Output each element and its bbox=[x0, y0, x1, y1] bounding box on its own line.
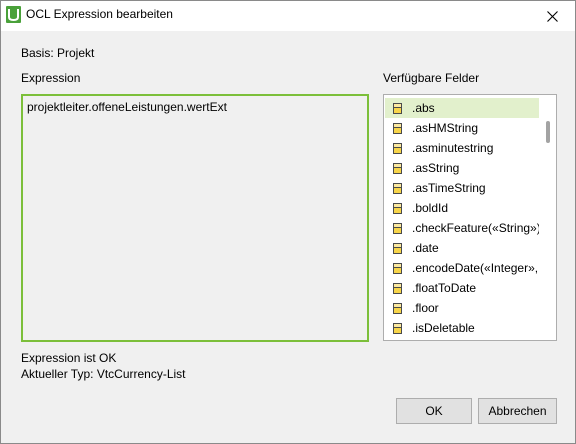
field-icon bbox=[393, 102, 402, 114]
field-item[interactable]: .boldId bbox=[385, 198, 539, 218]
field-icon bbox=[393, 262, 402, 274]
field-item[interactable]: .abs bbox=[385, 98, 539, 118]
app-logo-icon bbox=[6, 6, 21, 23]
field-label: .date bbox=[412, 241, 439, 255]
field-item[interactable]: .date bbox=[385, 238, 539, 258]
title-bar[interactable]: OCL Expression bearbeiten bbox=[1, 1, 575, 31]
field-icon bbox=[393, 282, 402, 294]
field-icon bbox=[393, 182, 402, 194]
field-icon bbox=[393, 322, 402, 334]
close-icon bbox=[546, 10, 558, 22]
field-icon bbox=[393, 202, 402, 214]
expression-label: Expression bbox=[21, 71, 81, 85]
field-label: .encodeDate(«Integer»,... bbox=[412, 261, 539, 275]
field-label: .asHMString bbox=[412, 121, 479, 135]
ocl-expression-dialog: OCL Expression bearbeiten Basis: Projekt… bbox=[0, 0, 576, 444]
available-fields-list[interactable]: .abs .asHMString .asminutestring .asStri… bbox=[383, 94, 557, 341]
field-label: .floatToDate bbox=[412, 281, 477, 295]
ok-button[interactable]: OK bbox=[396, 398, 472, 424]
field-item[interactable]: .asHMString bbox=[385, 118, 539, 138]
field-item[interactable]: .asTimeString bbox=[385, 178, 539, 198]
expression-editor[interactable]: projektleiter.offeneLeistungen.wertExt bbox=[21, 94, 369, 342]
window-title: OCL Expression bearbeiten bbox=[26, 7, 173, 21]
field-label: .asminutestring bbox=[412, 141, 494, 155]
field-item[interactable]: .isDeletable bbox=[385, 318, 539, 338]
status-message: Expression ist OK bbox=[21, 351, 117, 365]
fields-scrollbar[interactable] bbox=[540, 95, 556, 340]
field-label: .abs bbox=[412, 101, 435, 115]
field-icon bbox=[393, 142, 402, 154]
field-label: .asString bbox=[412, 161, 460, 175]
field-icon bbox=[393, 162, 402, 174]
scrollbar-thumb[interactable] bbox=[546, 121, 550, 143]
cancel-button[interactable]: Abbrechen bbox=[478, 398, 557, 424]
field-item[interactable]: .floatToDate bbox=[385, 278, 539, 298]
basis-label: Basis: Projekt bbox=[21, 46, 95, 60]
field-label: .asTimeString bbox=[412, 181, 486, 195]
field-item[interactable]: .checkFeature(«String») bbox=[385, 218, 539, 238]
fields-label: Verfügbare Felder bbox=[383, 71, 480, 85]
field-item[interactable]: .floor bbox=[385, 298, 539, 318]
close-button[interactable] bbox=[529, 1, 575, 31]
field-label: .floor bbox=[412, 301, 439, 315]
field-icon bbox=[393, 122, 402, 134]
field-icon bbox=[393, 302, 402, 314]
field-item[interactable]: .asminutestring bbox=[385, 138, 539, 158]
expression-text: projektleiter.offeneLeistungen.wertExt bbox=[27, 100, 227, 114]
field-label: .boldId bbox=[412, 201, 449, 215]
field-label: .checkFeature(«String») bbox=[412, 221, 539, 235]
current-type-label: Aktueller Typ: VtcCurrency-List bbox=[21, 367, 186, 381]
field-item[interactable]: .asString bbox=[385, 158, 539, 178]
field-item[interactable]: .encodeDate(«Integer»,... bbox=[385, 258, 539, 278]
field-icon bbox=[393, 222, 402, 234]
field-icon bbox=[393, 242, 402, 254]
field-label: .isDeletable bbox=[412, 321, 475, 335]
